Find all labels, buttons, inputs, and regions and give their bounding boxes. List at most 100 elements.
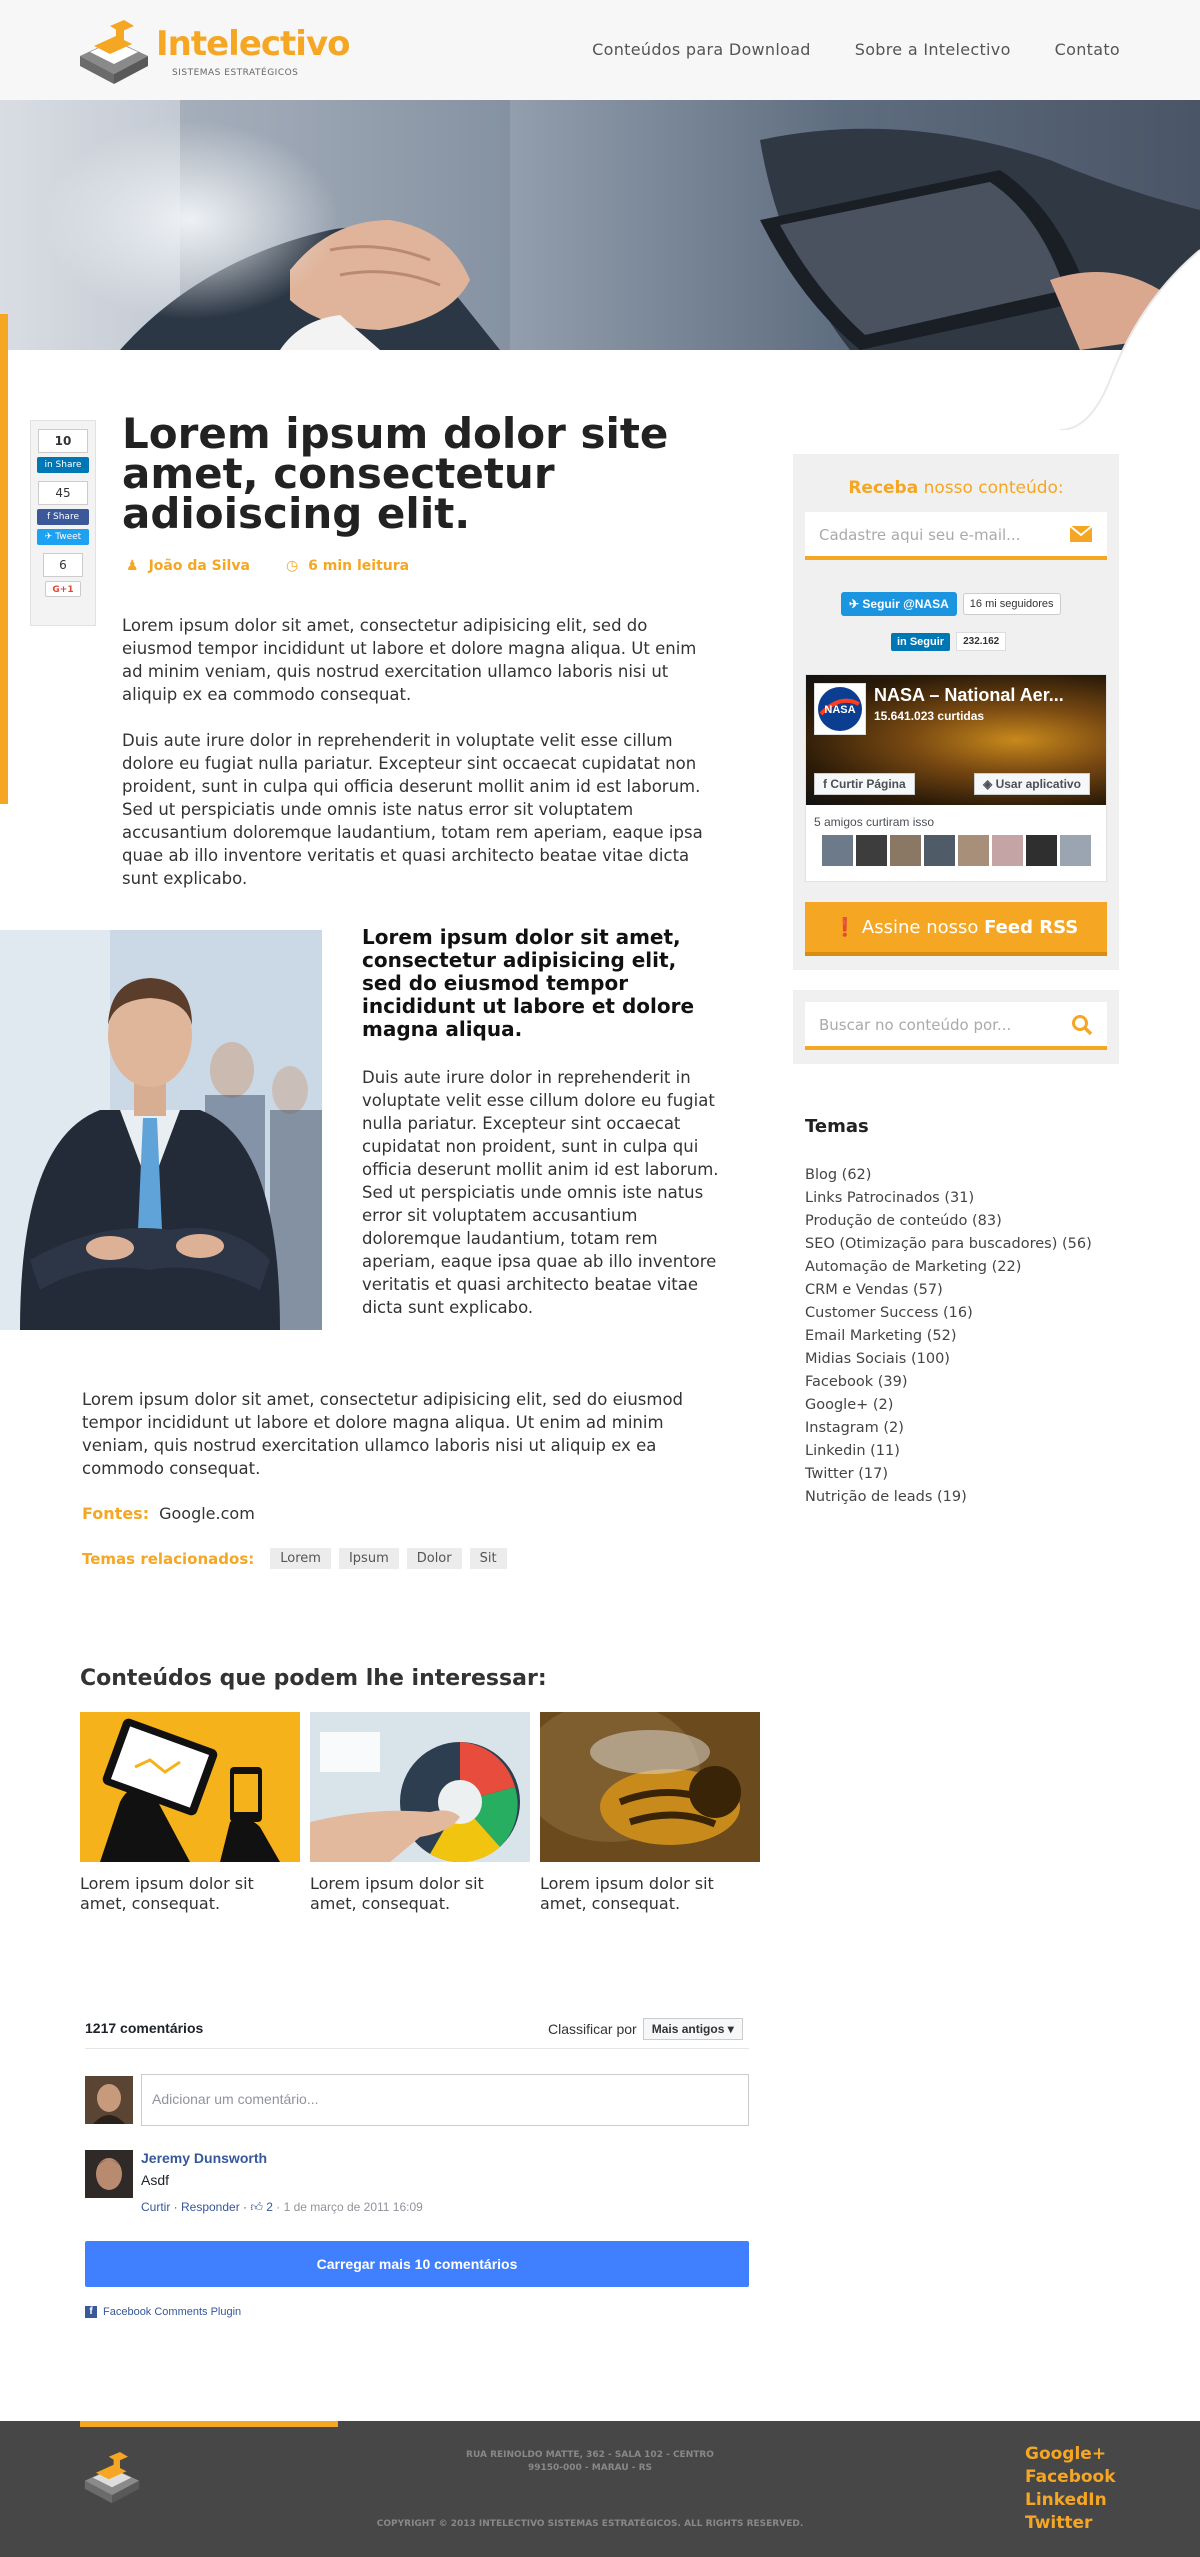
sources-link[interactable]: Google.com bbox=[159, 1504, 255, 1523]
topic-item[interactable]: Automação de Marketing (22) bbox=[805, 1256, 1092, 1279]
sidebar-search: Buscar no conteúdo por... bbox=[793, 990, 1119, 1064]
topic-item[interactable]: Instagram (2) bbox=[805, 1417, 1092, 1440]
comment-like-reply[interactable]: Curtir · Responder · bbox=[141, 2200, 250, 2214]
newsletter-title: Receba nosso conteúdo: bbox=[848, 478, 1064, 498]
comments-sort-label: Classificar por bbox=[548, 2021, 637, 2037]
user-icon: ♟ bbox=[126, 558, 139, 574]
article-author[interactable]: ♟ João da Silva bbox=[126, 558, 250, 574]
share-bar: 10 in Share 45 f Share ✈ Tweet 6 G+1 bbox=[30, 420, 96, 626]
topic-item[interactable]: Links Patrocinados (31) bbox=[805, 1187, 1092, 1210]
nav-contact[interactable]: Contato bbox=[1055, 40, 1120, 59]
comment-input[interactable]: Adicionar um comentário... bbox=[141, 2074, 749, 2126]
topic-item[interactable]: SEO (Otimização para buscadores) (56) bbox=[805, 1233, 1092, 1256]
comments-divider bbox=[85, 2048, 749, 2049]
article-paragraph-1: Lorem ipsum dolor sit amet, consectetur … bbox=[122, 616, 697, 704]
facebook-like-page-button[interactable]: f Curtir Página bbox=[814, 773, 915, 795]
linkedin-follow-button[interactable]: in Seguir bbox=[891, 632, 951, 651]
friend-avatar[interactable] bbox=[924, 835, 955, 866]
article-paragraph-2: Duis aute irure dolor in reprehenderit i… bbox=[122, 731, 703, 888]
friend-avatar[interactable] bbox=[856, 835, 887, 866]
site-footer: RUA REINOLDO MATTE, 362 - SALA 102 - CEN… bbox=[0, 2421, 1200, 2557]
accent-bar bbox=[0, 314, 8, 804]
topic-item[interactable]: Nutrição de leads (19) bbox=[805, 1486, 1092, 1509]
topic-item[interactable]: Linkedin (11) bbox=[805, 1440, 1092, 1463]
related-card-1[interactable]: Lorem ipsum dolor sit amet, consequat. bbox=[80, 1712, 300, 1914]
comments-sort-select[interactable]: Mais antigos ▾ bbox=[642, 2018, 743, 2040]
footer-link-googleplus[interactable]: Google+ bbox=[1025, 2443, 1116, 2466]
topic-item[interactable]: Customer Success (16) bbox=[805, 1302, 1092, 1325]
search-input[interactable]: Buscar no conteúdo por... bbox=[805, 1002, 1107, 1050]
twitter-icon: ✈ bbox=[849, 597, 863, 611]
article-title: Lorem ipsum dolor site amet, consectetur… bbox=[122, 409, 669, 538]
footer-accent-bar bbox=[80, 2421, 338, 2427]
linkedin-follower-count: 232.162 bbox=[956, 632, 1007, 651]
facebook-friends-like: 5 amigos curtiram isso bbox=[814, 815, 935, 829]
footer-link-facebook[interactable]: Facebook bbox=[1025, 2466, 1116, 2489]
app-icon: ◈ bbox=[983, 777, 996, 791]
topic-item[interactable]: CRM e Vendas (57) bbox=[805, 1279, 1092, 1302]
related-image-1 bbox=[80, 1712, 300, 1862]
friend-avatar[interactable] bbox=[958, 835, 989, 866]
commenter-name[interactable]: Jeremy Dunsworth bbox=[141, 2150, 267, 2166]
sidebar-newsletter: Receba nosso conteúdo: Cadastre aqui seu… bbox=[793, 454, 1119, 970]
sources-label: Fontes: bbox=[82, 1504, 150, 1523]
facebook-share-button[interactable]: f Share bbox=[37, 509, 89, 525]
nav-about[interactable]: Sobre a Intelectivo bbox=[855, 40, 1011, 59]
related-caption-3: Lorem ipsum dolor sit amet, consequat. bbox=[540, 1874, 714, 1913]
related-tags-label: Temas relacionados: bbox=[82, 1549, 255, 1568]
gplus-share-count: 6 bbox=[43, 553, 83, 577]
newsletter-email-input[interactable]: Cadastre aqui seu e-mail... bbox=[805, 512, 1107, 560]
topic-item[interactable]: Google+ (2) bbox=[805, 1394, 1092, 1417]
related-image-2 bbox=[310, 1712, 530, 1862]
twitter-follow-button[interactable]: ✈ Seguir @NASA bbox=[841, 592, 957, 616]
twitter-tweet-button[interactable]: ✈ Tweet bbox=[37, 529, 89, 545]
site-header: Intelectivo SISTEMAS ESTRATÉGICOS Conteú… bbox=[0, 0, 1200, 100]
gplus-button[interactable]: G+1 bbox=[45, 581, 81, 597]
tag-ipsum[interactable]: Ipsum bbox=[338, 1548, 399, 1569]
comments-count: 1217 comentários bbox=[85, 2020, 204, 2036]
facebook-comments-plugin[interactable]: f Facebook Comments Plugin bbox=[85, 2306, 241, 2318]
footer-link-linkedin[interactable]: LinkedIn bbox=[1025, 2489, 1116, 2512]
topic-item[interactable]: Twitter (17) bbox=[805, 1463, 1092, 1486]
tag-sit[interactable]: Sit bbox=[469, 1548, 507, 1569]
search-icon bbox=[1072, 1015, 1093, 1036]
twitter-follower-count: 16 mi seguidores bbox=[962, 593, 1061, 615]
related-card-2[interactable]: Lorem ipsum dolor sit amet, consequat. bbox=[310, 1712, 530, 1914]
footer-address: RUA REINOLDO MATTE, 362 - SALA 102 - CEN… bbox=[466, 2450, 714, 2473]
load-more-comments-button[interactable]: Carregar mais 10 comentários bbox=[85, 2241, 749, 2287]
envelope-icon bbox=[1069, 525, 1093, 542]
related-card-3[interactable]: Lorem ipsum dolor sit amet, consequat. bbox=[540, 1712, 760, 1914]
rss-subscribe-button[interactable]: ❗ Assine nosso Feed RSS bbox=[805, 902, 1107, 956]
chevron-down-icon: ▾ bbox=[727, 2022, 734, 2036]
rss-icon: ❗ bbox=[833, 917, 857, 938]
topic-item[interactable]: Blog (62) bbox=[805, 1164, 1092, 1187]
topic-item[interactable]: Midias Sociais (100) bbox=[805, 1348, 1092, 1371]
footer-copyright: COPYRIGHT © 2013 INTELECTIVO SISTEMAS ES… bbox=[376, 2519, 804, 2529]
topic-item[interactable]: Facebook (39) bbox=[805, 1371, 1092, 1394]
topic-item[interactable]: Produção de conteúdo (83) bbox=[805, 1210, 1092, 1233]
comments-sort: Classificar por Mais antigos ▾ bbox=[548, 2018, 743, 2040]
friend-avatar[interactable] bbox=[992, 835, 1023, 866]
facebook-friend-faces bbox=[822, 835, 1091, 866]
topics-title: Temas bbox=[805, 1116, 869, 1137]
facebook-page-widget: NASA NASA – National Aer... 15.641.023 c… bbox=[805, 674, 1107, 882]
footer-link-twitter[interactable]: Twitter bbox=[1025, 2512, 1116, 2535]
site-logo[interactable]: Intelectivo SISTEMAS ESTRATÉGICOS bbox=[74, 10, 350, 90]
friend-avatar[interactable] bbox=[1026, 835, 1057, 866]
article-paragraph-3: Duis aute irure dolor in reprehenderit i… bbox=[362, 1068, 719, 1317]
nasa-logo[interactable]: NASA bbox=[814, 683, 866, 735]
tag-lorem[interactable]: Lorem bbox=[270, 1548, 331, 1569]
facebook-page-name[interactable]: NASA – National Aer... bbox=[874, 685, 1064, 706]
commenter-avatar[interactable] bbox=[85, 2150, 133, 2198]
tag-dolor[interactable]: Dolor bbox=[406, 1548, 462, 1569]
facebook-use-app-button[interactable]: ◈ Usar aplicativo bbox=[974, 773, 1090, 795]
friend-avatar[interactable] bbox=[1060, 835, 1091, 866]
nav-downloads[interactable]: Conteúdos para Download bbox=[592, 40, 811, 59]
friend-avatar[interactable] bbox=[890, 835, 921, 866]
article-sources: Fontes: Google.com bbox=[82, 1504, 255, 1523]
article-paragraph-4: Lorem ipsum dolor sit amet, consectetur … bbox=[82, 1390, 684, 1478]
topic-item[interactable]: Email Marketing (52) bbox=[805, 1325, 1092, 1348]
linkedin-share-button[interactable]: in Share bbox=[37, 457, 89, 473]
comment-actions: Curtir · Responder · 👍︎ 2 · 1 de março d… bbox=[141, 2200, 423, 2215]
friend-avatar[interactable] bbox=[822, 835, 853, 866]
